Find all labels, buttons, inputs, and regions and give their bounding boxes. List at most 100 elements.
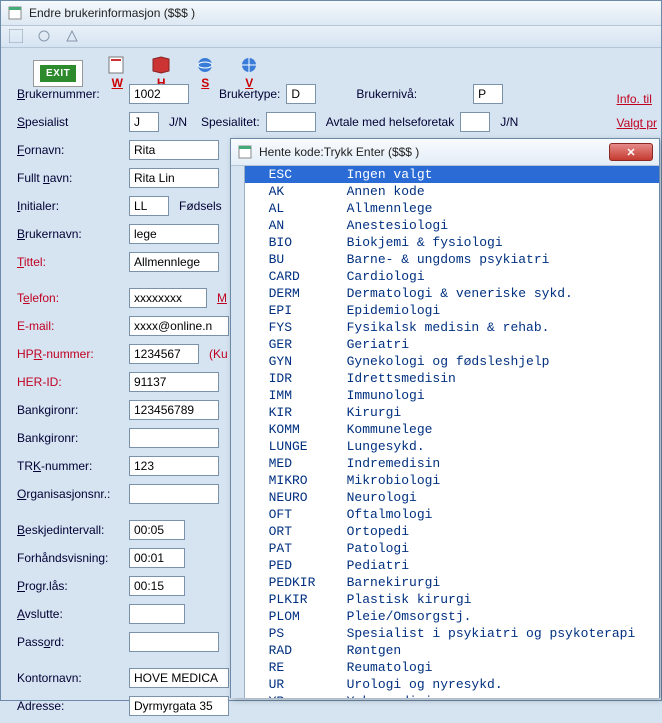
org-label: Organisasjonsnr.:	[17, 487, 129, 501]
brukertype-label: Brukertype:	[219, 87, 280, 101]
code-list-item[interactable]: GER Geriatri	[245, 336, 659, 353]
main-titlebar[interactable]: Endre brukerinformasjon ($$$ )	[1, 1, 661, 26]
code-list-item[interactable]: PS Spesialist i psykiatri og psykoterapi	[245, 625, 659, 642]
forhand-label: Forhåndsvisning:	[17, 551, 129, 565]
avtale-suffix: J/N	[500, 115, 518, 129]
fulltnavn-field[interactable]	[129, 168, 219, 188]
code-list-item[interactable]: GYN Gynekologi og fødsleshjelp	[245, 353, 659, 370]
close-button[interactable]: ✕	[609, 143, 653, 161]
code-list-item[interactable]: RAD Røntgen	[245, 642, 659, 659]
code-list-item[interactable]: FYS Fysikalsk medisin & rehab.	[245, 319, 659, 336]
email-field[interactable]	[129, 316, 229, 336]
bankgiro2-field[interactable]	[129, 428, 219, 448]
spesialitet-label: Spesialitet:	[201, 115, 260, 129]
telefon-side[interactable]: M	[217, 291, 227, 305]
code-picker-window: Hente kode:Trykk Enter ($$$ ) ✕ ESC Inge…	[230, 138, 660, 698]
code-list-item[interactable]: MED Indremedisin	[245, 455, 659, 472]
fornavn-label: Fornavn:	[17, 143, 129, 157]
code-list-item[interactable]: PLKIR Plastisk kirurgi	[245, 591, 659, 608]
avtale-label: Avtale med helseforetak	[326, 115, 455, 129]
brukertype-field[interactable]	[286, 84, 316, 104]
code-list-item[interactable]: KIR Kirurgi	[245, 404, 659, 421]
code-list-item[interactable]: NEURO Neurologi	[245, 489, 659, 506]
progr-field[interactable]	[129, 576, 185, 596]
valgt-pr-link[interactable]: Valgt pr	[617, 111, 657, 135]
passord-field[interactable]	[129, 632, 219, 652]
code-list-item[interactable]: BU Barne- & ungdoms psykiatri	[245, 251, 659, 268]
initialer-field[interactable]	[129, 196, 169, 216]
globe-icon-1	[195, 56, 215, 74]
code-list-item[interactable]: KOMM Kommunelege	[245, 421, 659, 438]
code-list-item[interactable]: DERM Dermatologi & veneriske sykd.	[245, 285, 659, 302]
code-list-item[interactable]: PAT Patologi	[245, 540, 659, 557]
brukernavn-field[interactable]	[129, 224, 219, 244]
code-list-item[interactable]: AL Allmennlege	[245, 200, 659, 217]
avtale-field[interactable]	[460, 112, 490, 132]
code-list-item[interactable]: IMM Immunologi	[245, 387, 659, 404]
beskjed-field[interactable]	[129, 520, 185, 540]
bankgiro1-label: Bankgironr:	[17, 403, 129, 417]
bankgiro2-label: Bankgironr:	[17, 431, 129, 445]
bankgiro1-field[interactable]	[129, 400, 219, 420]
code-list-header[interactable]: ESC Ingen valgt	[245, 166, 659, 183]
beskjed-label: Beskjedintervall:	[17, 523, 129, 537]
tool-icon-1[interactable]	[9, 29, 25, 45]
code-list-item[interactable]: PLOM Pleie/Omsorgstj.	[245, 608, 659, 625]
popup-titlebar[interactable]: Hente kode:Trykk Enter ($$$ ) ✕	[231, 139, 659, 166]
code-list-item[interactable]: ORT Ortopedi	[245, 523, 659, 540]
trk-field[interactable]	[129, 456, 219, 476]
info-til-link[interactable]: Info. til	[617, 87, 657, 111]
adresse-label: Adresse:	[17, 699, 129, 713]
code-list-item[interactable]: PEDKIR Barnekirurgi	[245, 574, 659, 591]
code-list-item[interactable]: AN Anestesiologi	[245, 217, 659, 234]
telefon-field[interactable]	[129, 288, 207, 308]
spesialist-label: Spesialist	[17, 115, 129, 129]
code-list-item[interactable]: RE Reumatologi	[245, 659, 659, 676]
avslutte-field[interactable]	[129, 604, 185, 624]
tittel-field[interactable]	[129, 252, 219, 272]
code-list-item[interactable]: CARD Cardiologi	[245, 268, 659, 285]
hpr-label: HPR-nummer:	[17, 347, 129, 361]
org-field[interactable]	[129, 484, 219, 504]
brukerniva-field[interactable]	[473, 84, 503, 104]
her-field[interactable]	[129, 372, 219, 392]
code-list-item[interactable]: YR Yrkesmedisin	[245, 693, 659, 698]
app-icon	[7, 5, 23, 21]
avslutte-label: Avslutte:	[17, 607, 129, 621]
code-list[interactable]: ESC Ingen valgt AK Annen kode AL Allmenn…	[245, 166, 659, 698]
spesialitet-field[interactable]	[266, 112, 316, 132]
forhand-field[interactable]	[129, 548, 185, 568]
fornavn-field[interactable]	[129, 140, 219, 160]
spesialist-field[interactable]	[129, 112, 159, 132]
progr-label: Progr.lås:	[17, 579, 129, 593]
brukerniva-label: Brukernivå:	[356, 87, 417, 101]
code-list-item[interactable]: BIO Biokjemi & fysiologi	[245, 234, 659, 251]
code-list-item[interactable]: AK Annen kode	[245, 183, 659, 200]
kontor-label: Kontornavn:	[17, 671, 129, 685]
popup-title: Hente kode:Trykk Enter ($$$ )	[259, 145, 419, 159]
code-list-item[interactable]: PED Pediatri	[245, 557, 659, 574]
her-label: HER-ID:	[17, 375, 129, 389]
code-list-item[interactable]: OFT Oftalmologi	[245, 506, 659, 523]
globe-icon-2	[239, 56, 259, 74]
right-info: Info. til Valgt pr	[617, 87, 657, 135]
tool-icon-3[interactable]	[65, 29, 81, 45]
exit-label: EXIT	[40, 65, 76, 82]
brukernummer-field[interactable]	[129, 84, 189, 104]
telefon-label: Telefon:	[17, 291, 129, 305]
book-icon	[151, 56, 171, 74]
hpr-side: (Ku	[209, 347, 228, 361]
initialer-label: Initialer:	[17, 199, 129, 213]
code-list-item[interactable]: IDR Idrettsmedisin	[245, 370, 659, 387]
brukernavn-label: Brukernavn:	[17, 227, 129, 241]
code-list-item[interactable]: UR Urologi og nyresykd.	[245, 676, 659, 693]
tool-icon-2[interactable]	[37, 29, 53, 45]
code-list-item[interactable]: MIKRO Mikrobiologi	[245, 472, 659, 489]
code-list-item[interactable]: EPI Epidemiologi	[245, 302, 659, 319]
kontor-field[interactable]	[129, 668, 229, 688]
popup-gutter	[231, 166, 245, 698]
code-list-item[interactable]: LUNGE Lungesykd.	[245, 438, 659, 455]
hpr-field[interactable]	[129, 344, 199, 364]
adresse-field[interactable]	[129, 696, 229, 716]
fodsels-label: Fødsels	[179, 199, 222, 213]
